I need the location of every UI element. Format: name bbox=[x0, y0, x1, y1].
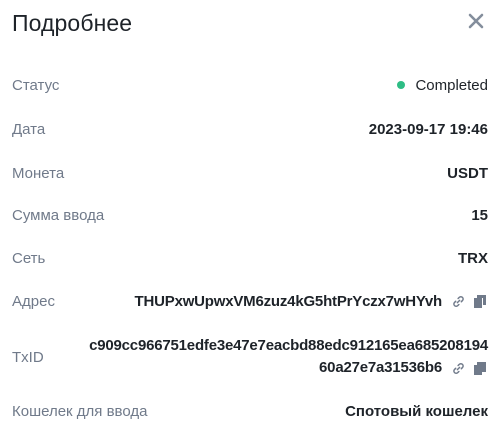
txid-value-line2[interactable]: 60a27e7a31536b6 bbox=[319, 357, 442, 379]
amount-value: 15 bbox=[471, 206, 488, 224]
status-text: Completed bbox=[415, 76, 488, 94]
amount-label: Сумма ввода bbox=[12, 206, 105, 224]
txid-value-wrap: c909cc966751edfe3e47e7eacbd88edc912165ea… bbox=[89, 335, 488, 379]
date-label: Дата bbox=[12, 120, 46, 138]
copy-icon[interactable] bbox=[472, 293, 488, 309]
address-value-wrap: THUPxwUpwxVM6zuz4kG5htPrYczx7wHYvh bbox=[135, 293, 488, 310]
link-icon[interactable] bbox=[450, 360, 466, 376]
address-value[interactable]: THUPxwUpwxVM6zuz4kG5htPrYczx7wHYvh bbox=[135, 293, 443, 310]
details-panel: Подробнее Статус Completed Дата 2023-09-… bbox=[0, 0, 500, 434]
date-value: 2023-09-17 19:46 bbox=[368, 120, 488, 138]
date-row: Дата 2023-09-17 19:46 bbox=[12, 118, 488, 140]
network-label: Сеть bbox=[12, 249, 46, 267]
status-dot-icon bbox=[397, 81, 406, 89]
coin-row: Монета USDT bbox=[12, 162, 488, 184]
address-label: Адрес bbox=[12, 292, 55, 310]
network-row: Сеть TRX bbox=[12, 247, 488, 269]
network-value: TRX bbox=[458, 249, 488, 267]
wallet-row: Кошелек для ввода Спотовый кошелек bbox=[12, 400, 488, 422]
txid-row: TxID c909cc966751edfe3e47e7eacbd88edc912… bbox=[12, 334, 488, 380]
wallet-label: Кошелек для ввода bbox=[12, 402, 148, 420]
coin-label: Монета bbox=[12, 164, 65, 182]
txid-label: TxID bbox=[12, 348, 44, 366]
status-value: Completed bbox=[397, 77, 488, 94]
close-icon bbox=[467, 12, 485, 35]
copy-icon[interactable] bbox=[472, 360, 488, 376]
close-button[interactable] bbox=[464, 11, 488, 35]
txid-value-line1[interactable]: c909cc966751edfe3e47e7eacbd88edc912165ea… bbox=[89, 335, 488, 357]
status-label: Статус bbox=[12, 76, 60, 94]
amount-row: Сумма ввода 15 bbox=[12, 204, 488, 226]
address-row: Адрес THUPxwUpwxVM6zuz4kG5htPrYczx7wHYvh bbox=[12, 290, 488, 312]
coin-value: USDT bbox=[447, 164, 488, 182]
link-icon[interactable] bbox=[450, 293, 466, 309]
status-row: Статус Completed bbox=[12, 74, 488, 96]
page-title: Подробнее bbox=[12, 9, 133, 36]
panel-header: Подробнее bbox=[12, 8, 488, 38]
wallet-value: Спотовый кошелек bbox=[345, 402, 488, 420]
